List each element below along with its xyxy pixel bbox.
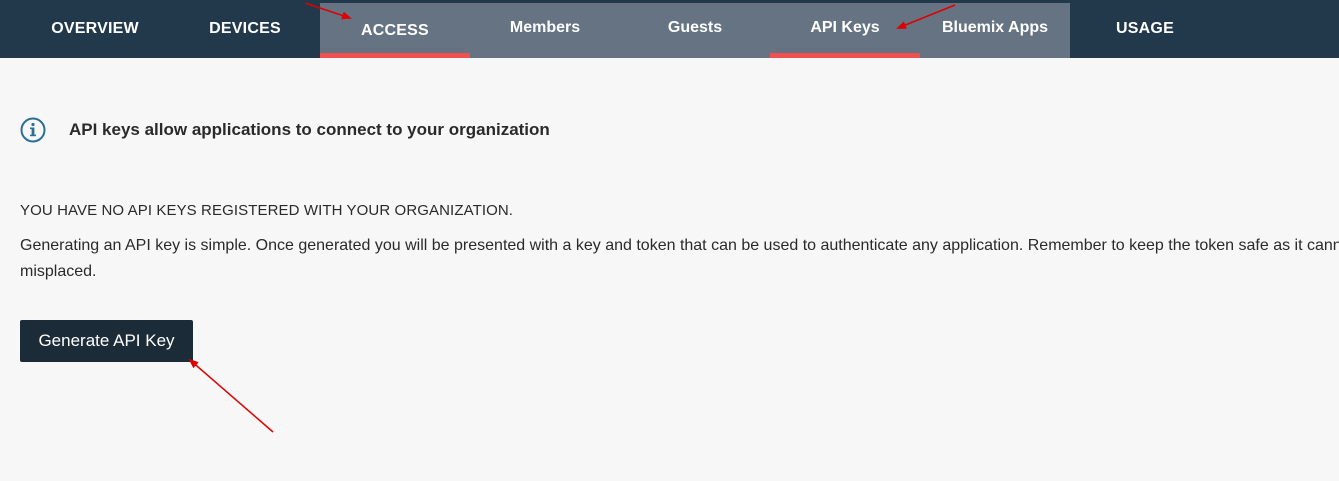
subtab-members-label: Members: [509, 19, 581, 36]
tab-access[interactable]: ACCESS: [320, 3, 470, 58]
info-text: API keys allow applications to connect t…: [69, 120, 550, 139]
description-line-2: misplaced.: [20, 263, 97, 280]
tab-devices[interactable]: DEVICES: [170, 0, 320, 58]
tab-overview[interactable]: OVERVIEW: [20, 0, 170, 58]
empty-state-description: Generating an API key is simple. Once ge…: [20, 233, 1339, 285]
annotation-arrow-generate: [188, 358, 274, 433]
subtab-api-keys-active-indicator: [770, 53, 920, 58]
info-banner: API keys allow applications to connect t…: [20, 117, 550, 143]
subtab-api-keys-label: API Keys: [810, 19, 880, 36]
empty-state-heading: YOU HAVE NO API KEYS REGISTERED WITH YOU…: [20, 202, 514, 219]
description-line-1: Generating an API key is simple. Once ge…: [20, 237, 1339, 254]
subtab-guests-label: Guests: [667, 19, 723, 36]
info-circle-icon: [20, 117, 46, 143]
tab-devices-label: DEVICES: [209, 20, 281, 37]
tab-access-active-indicator: [320, 53, 470, 58]
subtab-guests[interactable]: Guests: [620, 3, 770, 53]
tab-usage-label: USAGE: [1116, 20, 1174, 37]
subtab-members[interactable]: Members: [470, 3, 620, 53]
tab-overview-label: OVERVIEW: [51, 20, 139, 37]
tab-access-label: ACCESS: [361, 21, 429, 39]
subtab-bluemix-apps[interactable]: Bluemix Apps: [920, 3, 1070, 53]
generate-api-key-button[interactable]: Generate API Key: [20, 320, 193, 362]
top-navigation: OVERVIEW DEVICES ACCESS Members Guests A…: [0, 0, 1339, 58]
subtab-bluemix-apps-label: Bluemix Apps: [941, 19, 1049, 36]
tab-usage[interactable]: USAGE: [1070, 0, 1220, 58]
subtab-api-keys[interactable]: API Keys: [770, 3, 920, 58]
